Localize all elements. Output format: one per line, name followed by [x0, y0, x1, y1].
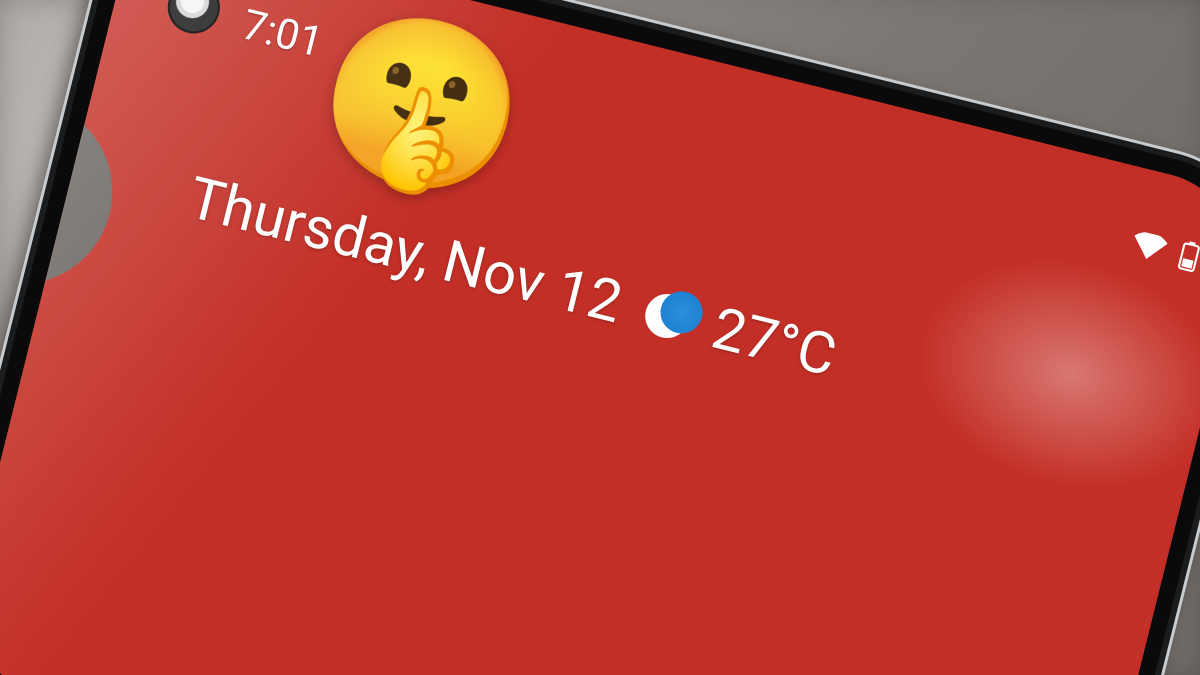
battery-icon [1176, 240, 1200, 274]
status-clock: 7:01 [237, 1, 327, 68]
shushing-face-emoji-overlay: 🤫 [302, 1, 541, 211]
photo-scene: 7:01 [0, 0, 1200, 675]
status-right-icons [1129, 228, 1200, 274]
moon-weather-icon [638, 287, 696, 345]
wifi-icon [1130, 230, 1169, 263]
